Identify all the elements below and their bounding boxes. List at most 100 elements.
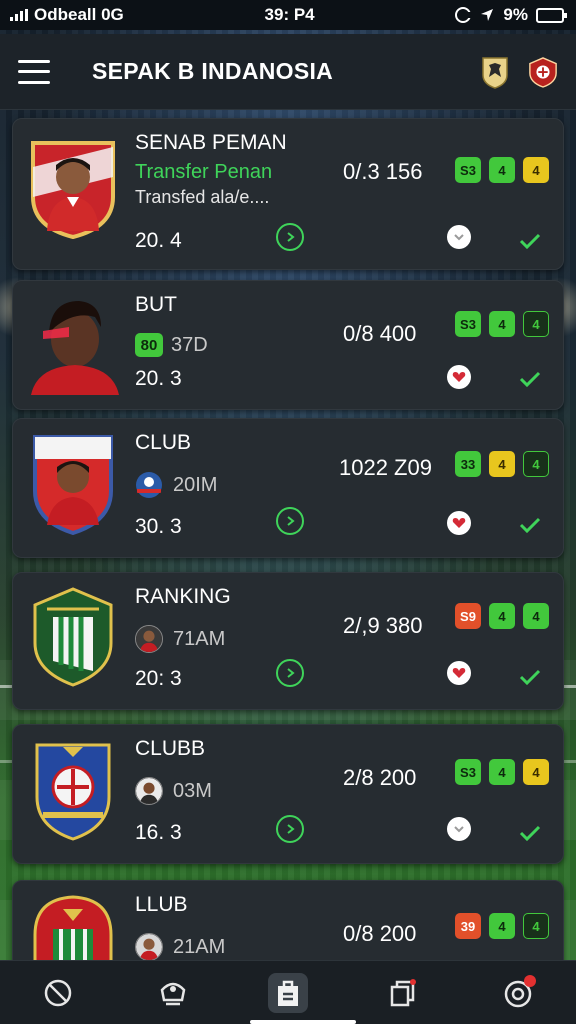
- rating-badge: 33: [455, 451, 481, 477]
- card-title: CLUB: [135, 431, 192, 454]
- list-item[interactable]: CLUB 20IM 30. 3 1022 Z09 33 4 4: [12, 418, 564, 558]
- cards-icon: [390, 978, 417, 1006]
- card-meta: 80 37D: [135, 333, 208, 357]
- badge-group: S3 4 4: [455, 157, 549, 183]
- card-value: 16. 3: [135, 821, 182, 844]
- card-meta-text: 03M: [173, 779, 212, 802]
- attr-badge: 4: [523, 311, 549, 337]
- attr-badge: 4: [523, 603, 549, 629]
- chevron-down-icon: [454, 234, 464, 241]
- notification-badge: [524, 974, 537, 987]
- play-button[interactable]: [276, 659, 304, 687]
- status-left: Odbeall 0G: [10, 5, 124, 25]
- card-value: 20: 3: [135, 667, 182, 690]
- check-icon: [519, 669, 541, 685]
- badge-group: S3 4 4: [455, 311, 549, 337]
- list-item[interactable]: SENAB PEMAN Transfer Penan Transfed ala/…: [12, 118, 564, 270]
- app-header: SEPAK B INDANOSIA: [0, 34, 576, 110]
- favorite-button[interactable]: [447, 365, 471, 389]
- favorite-button[interactable]: [447, 225, 471, 249]
- card-description: Transfed ala/e....: [135, 187, 270, 207]
- ball-icon: [44, 979, 71, 1006]
- nav-profile[interactable]: [496, 971, 540, 1015]
- list-item[interactable]: RANKING 71AM 20: 3 2/,9 380 S9 4 4: [12, 572, 564, 710]
- attr-badge: 4: [489, 603, 515, 629]
- rating-badge: S9: [455, 603, 481, 629]
- card-meta: 03M: [135, 777, 212, 805]
- attr-badge: 4: [523, 759, 549, 785]
- badge-group: 39 4 4: [455, 913, 549, 939]
- avatar: [135, 933, 163, 961]
- card-stat: 0/.3 156: [343, 159, 423, 184]
- card-meta: 71AM: [135, 625, 225, 653]
- club-badge-icon[interactable]: [528, 55, 558, 89]
- badge-group: 33 4 4: [455, 451, 549, 477]
- heart-icon: [452, 668, 466, 678]
- battery-percent: 9%: [503, 5, 528, 24]
- battery-icon: [535, 7, 567, 23]
- check-icon: [519, 825, 541, 841]
- attr-badge: 4: [523, 157, 549, 183]
- sync-icon: [455, 7, 472, 23]
- clock-text: 39: P4: [264, 5, 315, 24]
- attr-badge: 4: [489, 759, 515, 785]
- club-crest: [33, 587, 113, 687]
- rating-badge: S3: [455, 157, 481, 183]
- page-title: SEPAK B INDANOSIA: [92, 58, 334, 84]
- card-title: SENAB PEMAN: [135, 131, 287, 154]
- hamburger-menu-icon[interactable]: [18, 59, 50, 84]
- card-stat: 2/,9 380: [343, 613, 423, 638]
- nav-cards[interactable]: [381, 971, 425, 1015]
- badge-group: S3 4 4: [455, 759, 549, 785]
- badge-group: S9 4 4: [455, 603, 549, 629]
- attr-badge: 4: [489, 311, 515, 337]
- list-item[interactable]: BUT 80 37D 20. 3 0/8 400 S3 4 4: [12, 280, 564, 410]
- attr-badge: 4: [489, 913, 515, 939]
- card-meta: 20IM: [135, 471, 217, 499]
- card-value: 30. 3: [135, 515, 182, 538]
- favorite-button[interactable]: [447, 817, 471, 841]
- card-title: BUT: [135, 293, 177, 316]
- card-title: CLUBB: [135, 737, 206, 760]
- play-button[interactable]: [276, 507, 304, 535]
- card-meta-text: 37D: [171, 333, 208, 356]
- card-value: 20. 4: [135, 229, 182, 252]
- card-meta-text: 20IM: [173, 473, 218, 496]
- card-stat: 0/8 400: [343, 321, 417, 346]
- attr-badge: 4: [489, 157, 515, 183]
- league-badge-icon[interactable]: [480, 55, 510, 89]
- avatar: [135, 777, 163, 805]
- rating-badge: S3: [455, 759, 481, 785]
- player-portrait: [31, 301, 119, 395]
- attr-badge: 4: [523, 451, 549, 477]
- location-icon: [481, 9, 494, 21]
- trophy-icon: [160, 982, 186, 1005]
- play-button[interactable]: [276, 815, 304, 843]
- card-subtitle[interactable]: Transfer Penan: [135, 161, 272, 184]
- nav-lineup[interactable]: [266, 971, 310, 1015]
- bottom-nav: [0, 960, 576, 1024]
- carrier-text: Odbeall 0G: [34, 5, 124, 24]
- card-meta: 21AM: [135, 933, 225, 961]
- chevron-right-icon: [287, 232, 295, 242]
- player-portrait: [33, 435, 113, 535]
- rating-chip: 80: [135, 333, 163, 357]
- card-meta-text: 71AM: [173, 627, 226, 650]
- lineup-icon: [277, 980, 298, 1006]
- club-mini-icon: [136, 472, 162, 498]
- chevron-right-icon: [287, 824, 295, 834]
- favorite-button[interactable]: [447, 511, 471, 535]
- list-item[interactable]: CLUBB 03M 16. 3 2/8 200 S3 4 4: [12, 724, 564, 864]
- favorite-button[interactable]: [447, 661, 471, 685]
- nav-trophy[interactable]: [151, 971, 195, 1015]
- rating-badge: S3: [455, 311, 481, 337]
- attr-badge: 4: [489, 451, 515, 477]
- play-button[interactable]: [276, 223, 304, 251]
- card-title: LLUB: [135, 893, 188, 916]
- chevron-right-icon: [287, 668, 295, 678]
- nav-ball[interactable]: [36, 971, 80, 1015]
- check-icon: [519, 517, 541, 533]
- card-value: 20. 3: [135, 367, 182, 390]
- chevron-down-icon: [454, 826, 464, 833]
- club-crest: [35, 743, 111, 841]
